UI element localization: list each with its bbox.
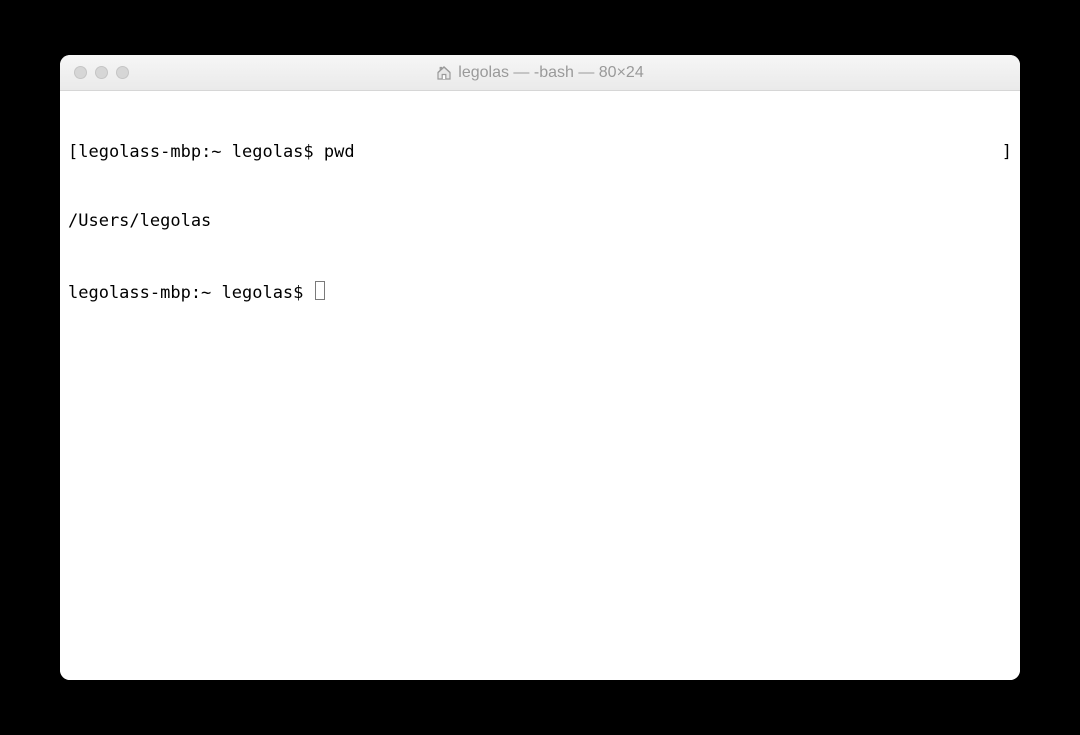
prompt-1: legolass-mbp:~ legolas$ (78, 142, 324, 162)
window-title-group: legolas — -bash — 80×24 (60, 64, 1020, 82)
titlebar[interactable]: legolas — -bash — 80×24 (60, 55, 1020, 91)
traffic-lights (74, 66, 129, 79)
prompt-2: legolass-mbp:~ legolas$ (68, 282, 314, 305)
zoom-button[interactable] (116, 66, 129, 79)
close-bracket: ] (1002, 141, 1012, 164)
window-title: legolas — -bash — 80×24 (458, 64, 643, 82)
terminal-line-2: /Users/legolas (68, 210, 1012, 233)
open-bracket: [ (68, 142, 78, 162)
terminal-line-3: legolass-mbp:~ legolas$ (68, 279, 1012, 305)
terminal-body[interactable]: [legolass-mbp:~ legolas$ pwd ] /Users/le… (60, 91, 1020, 680)
terminal-line-1: [legolass-mbp:~ legolas$ pwd ] (68, 141, 1012, 164)
terminal-window: legolas — -bash — 80×24 [legolass-mbp:~ … (60, 55, 1020, 680)
command-1: pwd (324, 142, 355, 162)
output-line: /Users/legolas (68, 210, 211, 233)
close-button[interactable] (74, 66, 87, 79)
cursor (315, 281, 325, 300)
home-icon (436, 65, 452, 81)
minimize-button[interactable] (95, 66, 108, 79)
line-1-left: [legolass-mbp:~ legolas$ pwd (68, 141, 355, 164)
